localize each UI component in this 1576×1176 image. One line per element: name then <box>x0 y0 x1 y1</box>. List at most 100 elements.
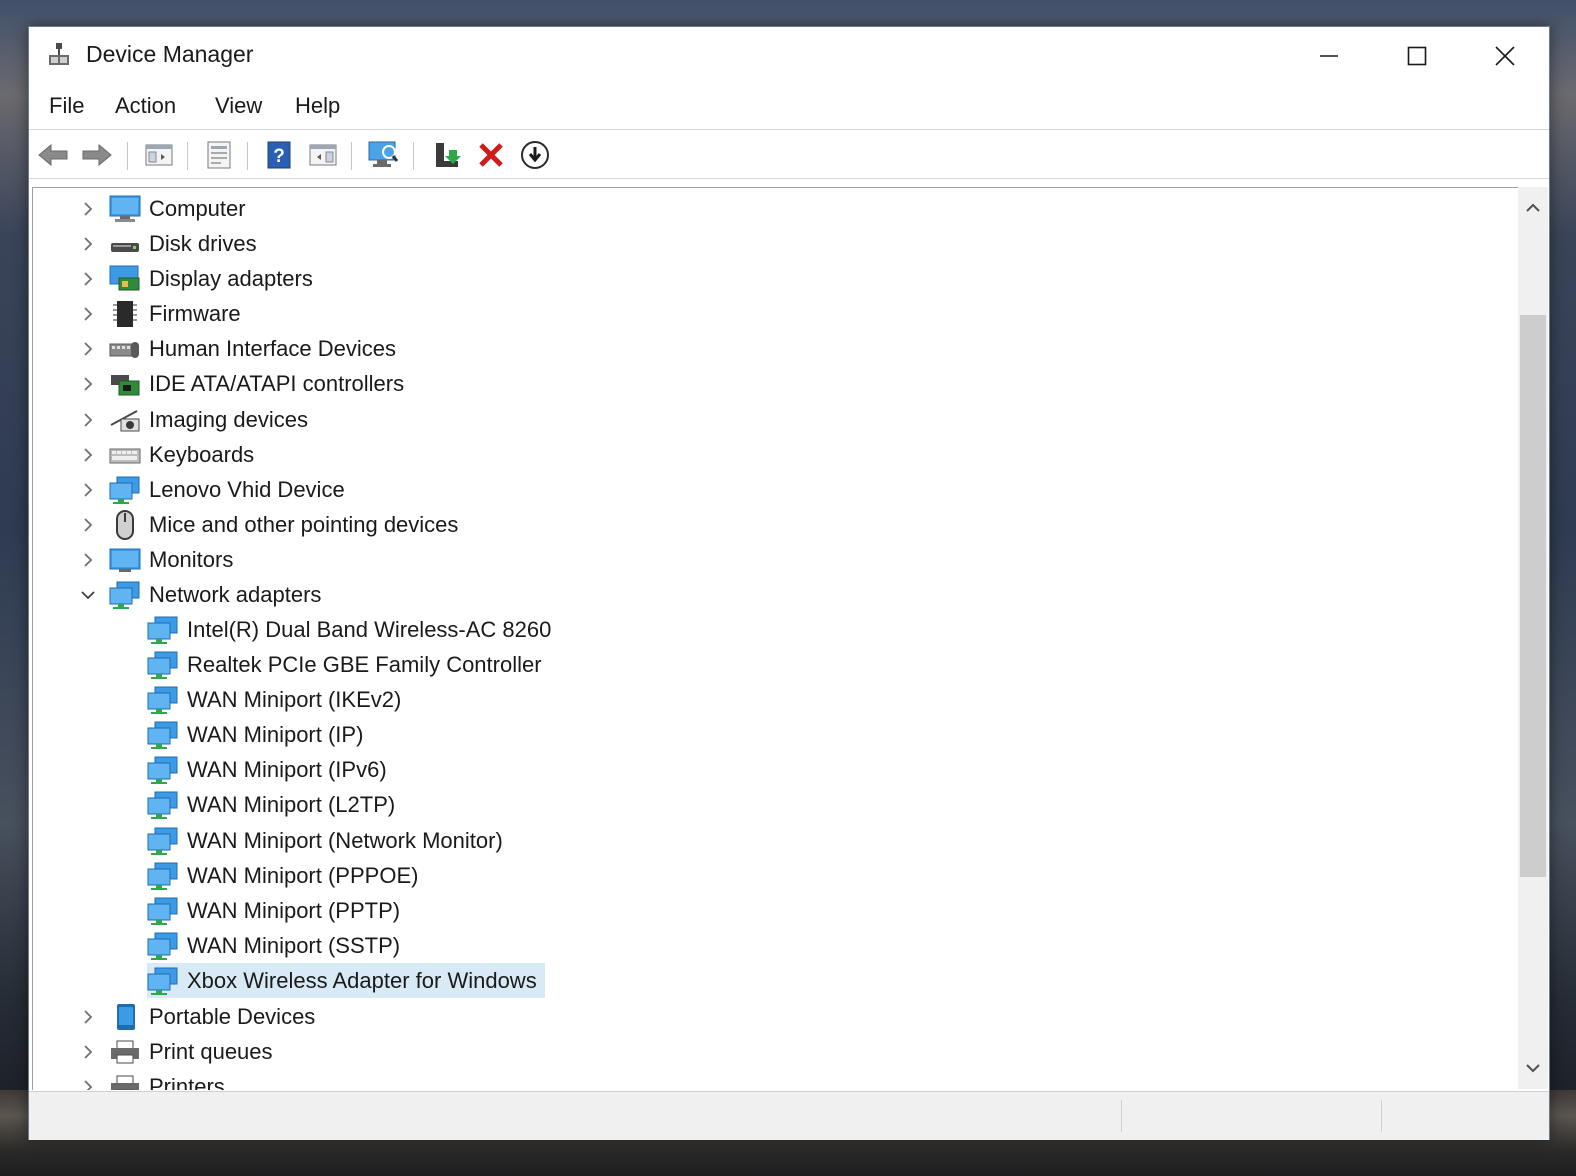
toolbar: ? <box>29 129 1549 179</box>
disable-device-button[interactable] <box>519 139 551 171</box>
scan-for-hardware-changes-button[interactable] <box>367 139 399 171</box>
network-icon <box>147 895 179 927</box>
tree-item-ide-ata-atapi-controllers[interactable]: IDE ATA/ATAPI controllers <box>77 366 404 401</box>
back-button[interactable] <box>37 139 69 171</box>
network-icon <box>109 474 141 506</box>
tree-item-mice[interactable]: Mice and other pointing devices <box>77 507 458 542</box>
tree-child-network-adapter[interactable]: WAN Miniport (L2TP) <box>147 787 395 822</box>
chevron-right-icon[interactable] <box>77 226 99 261</box>
chevron-right-icon[interactable] <box>77 296 99 331</box>
network-icon <box>147 965 179 997</box>
toolbar-separator <box>187 142 188 170</box>
chevron-right-icon[interactable] <box>77 1034 99 1069</box>
toolbar-separator <box>127 142 128 170</box>
tree-item-portable-devices[interactable]: Portable Devices <box>77 999 315 1034</box>
chevron-right-icon[interactable] <box>77 366 99 401</box>
tree-item-human-interface-devices[interactable]: Human Interface Devices <box>77 331 396 366</box>
tree-item-disk-drives[interactable]: Disk drives <box>77 226 257 261</box>
menu-file[interactable]: File <box>45 93 88 119</box>
help-icon: ? <box>267 141 291 169</box>
network-icon <box>147 719 179 751</box>
chevron-right-icon[interactable] <box>77 261 99 296</box>
show-hide-console-tree-button[interactable] <box>143 139 175 171</box>
tree-item-computer[interactable]: Computer <box>77 191 246 226</box>
network-icon <box>147 684 179 716</box>
tree-item-lenovo-vhid-device[interactable]: Lenovo Vhid Device <box>77 472 345 507</box>
status-panel <box>1121 1100 1380 1132</box>
tree-child-network-adapter[interactable]: WAN Miniport (IP) <box>147 717 363 752</box>
vertical-scrollbar[interactable] <box>1518 187 1548 1089</box>
forward-button[interactable] <box>81 139 113 171</box>
tree-item-print-queues[interactable]: Print queues <box>77 1034 273 1069</box>
help-button[interactable]: ? <box>263 139 295 171</box>
chevron-right-icon[interactable] <box>77 507 99 542</box>
scroll-down-button[interactable] <box>1518 1053 1548 1083</box>
chevron-right-icon[interactable] <box>77 191 99 226</box>
chevron-right-icon[interactable] <box>77 472 99 507</box>
show-action-pane-button[interactable] <box>307 139 339 171</box>
menu-help[interactable]: Help <box>291 93 344 119</box>
monitor-icon <box>109 544 141 576</box>
menu-bar: File Action View Help <box>29 87 1549 127</box>
update-driver-button[interactable] <box>431 139 463 171</box>
menu-view[interactable]: View <box>211 93 266 119</box>
status-bar <box>29 1091 1549 1140</box>
tree-child-network-adapter[interactable]: Realtek PCIe GBE Family Controller <box>147 647 542 682</box>
ide-controller-icon <box>109 368 141 400</box>
tree-child-network-adapter[interactable]: WAN Miniport (SSTP) <box>147 928 400 963</box>
device-manager-window: Device Manager File Action View Help ? C… <box>28 26 1550 1140</box>
chevron-down-icon[interactable] <box>77 577 99 612</box>
tree-child-network-adapter[interactable]: WAN Miniport (IKEv2) <box>147 682 401 717</box>
chevron-right-icon[interactable] <box>77 1069 99 1090</box>
show-hide-console-tree-icon <box>145 144 173 166</box>
minimize-button[interactable] <box>1285 27 1373 85</box>
tree-item-display-adapters[interactable]: Display adapters <box>77 261 313 296</box>
tree-item-keyboards[interactable]: Keyboards <box>77 437 254 472</box>
network-icon <box>147 754 179 786</box>
tree-child-network-adapter[interactable]: Intel(R) Dual Band Wireless-AC 8260 <box>147 612 551 647</box>
close-icon <box>1495 46 1515 66</box>
device-tree[interactable]: Computer Disk drives Display adapters Fi… <box>32 187 1519 1090</box>
tree-item-printers[interactable]: Printers <box>77 1069 225 1090</box>
maximize-icon <box>1407 46 1427 66</box>
title-bar[interactable]: Device Manager <box>29 27 1549 85</box>
network-icon <box>147 789 179 821</box>
printer-icon <box>109 1036 141 1068</box>
toolbar-separator <box>351 142 352 170</box>
chevron-right-icon[interactable] <box>77 437 99 472</box>
menu-action[interactable]: Action <box>111 93 180 119</box>
chevron-right-icon[interactable] <box>77 542 99 577</box>
tree-item-monitors[interactable]: Monitors <box>77 542 233 577</box>
device-manager-app-icon <box>45 41 73 69</box>
maximize-button[interactable] <box>1373 27 1461 85</box>
properties-icon <box>207 141 231 169</box>
hid-icon <box>109 333 141 365</box>
close-button[interactable] <box>1461 27 1549 85</box>
display-adapter-icon <box>109 263 141 295</box>
chevron-right-icon[interactable] <box>77 999 99 1034</box>
tree-item-firmware[interactable]: Firmware <box>77 296 241 331</box>
tree-item-imaging-devices[interactable]: Imaging devices <box>77 402 308 437</box>
chevron-down-icon <box>1526 1064 1540 1073</box>
uninstall-device-button[interactable] <box>475 139 507 171</box>
forward-arrow-icon <box>82 143 112 167</box>
update-driver-icon <box>436 143 461 167</box>
properties-button[interactable] <box>203 139 235 171</box>
scroll-up-button[interactable] <box>1518 193 1548 223</box>
chevron-right-icon[interactable] <box>77 331 99 366</box>
tree-child-network-adapter-selected[interactable]: Xbox Wireless Adapter for Windows <box>147 963 545 998</box>
back-arrow-icon <box>38 143 68 167</box>
tree-child-network-adapter[interactable]: WAN Miniport (PPPOE) <box>147 858 418 893</box>
disk-drive-icon <box>109 228 141 260</box>
tree-child-network-adapter[interactable]: WAN Miniport (IPv6) <box>147 752 387 787</box>
status-panel <box>1381 1100 1542 1132</box>
minimize-icon <box>1320 55 1338 57</box>
scrollbar-thumb[interactable] <box>1520 315 1546 877</box>
printer-icon <box>109 1071 141 1090</box>
tree-item-network-adapters[interactable]: Network adapters <box>77 577 321 612</box>
uninstall-device-icon <box>479 143 503 167</box>
chevron-right-icon[interactable] <box>77 402 99 437</box>
show-action-pane-icon <box>309 144 337 166</box>
tree-child-network-adapter[interactable]: WAN Miniport (PPTP) <box>147 893 400 928</box>
tree-child-network-adapter[interactable]: WAN Miniport (Network Monitor) <box>147 823 503 858</box>
